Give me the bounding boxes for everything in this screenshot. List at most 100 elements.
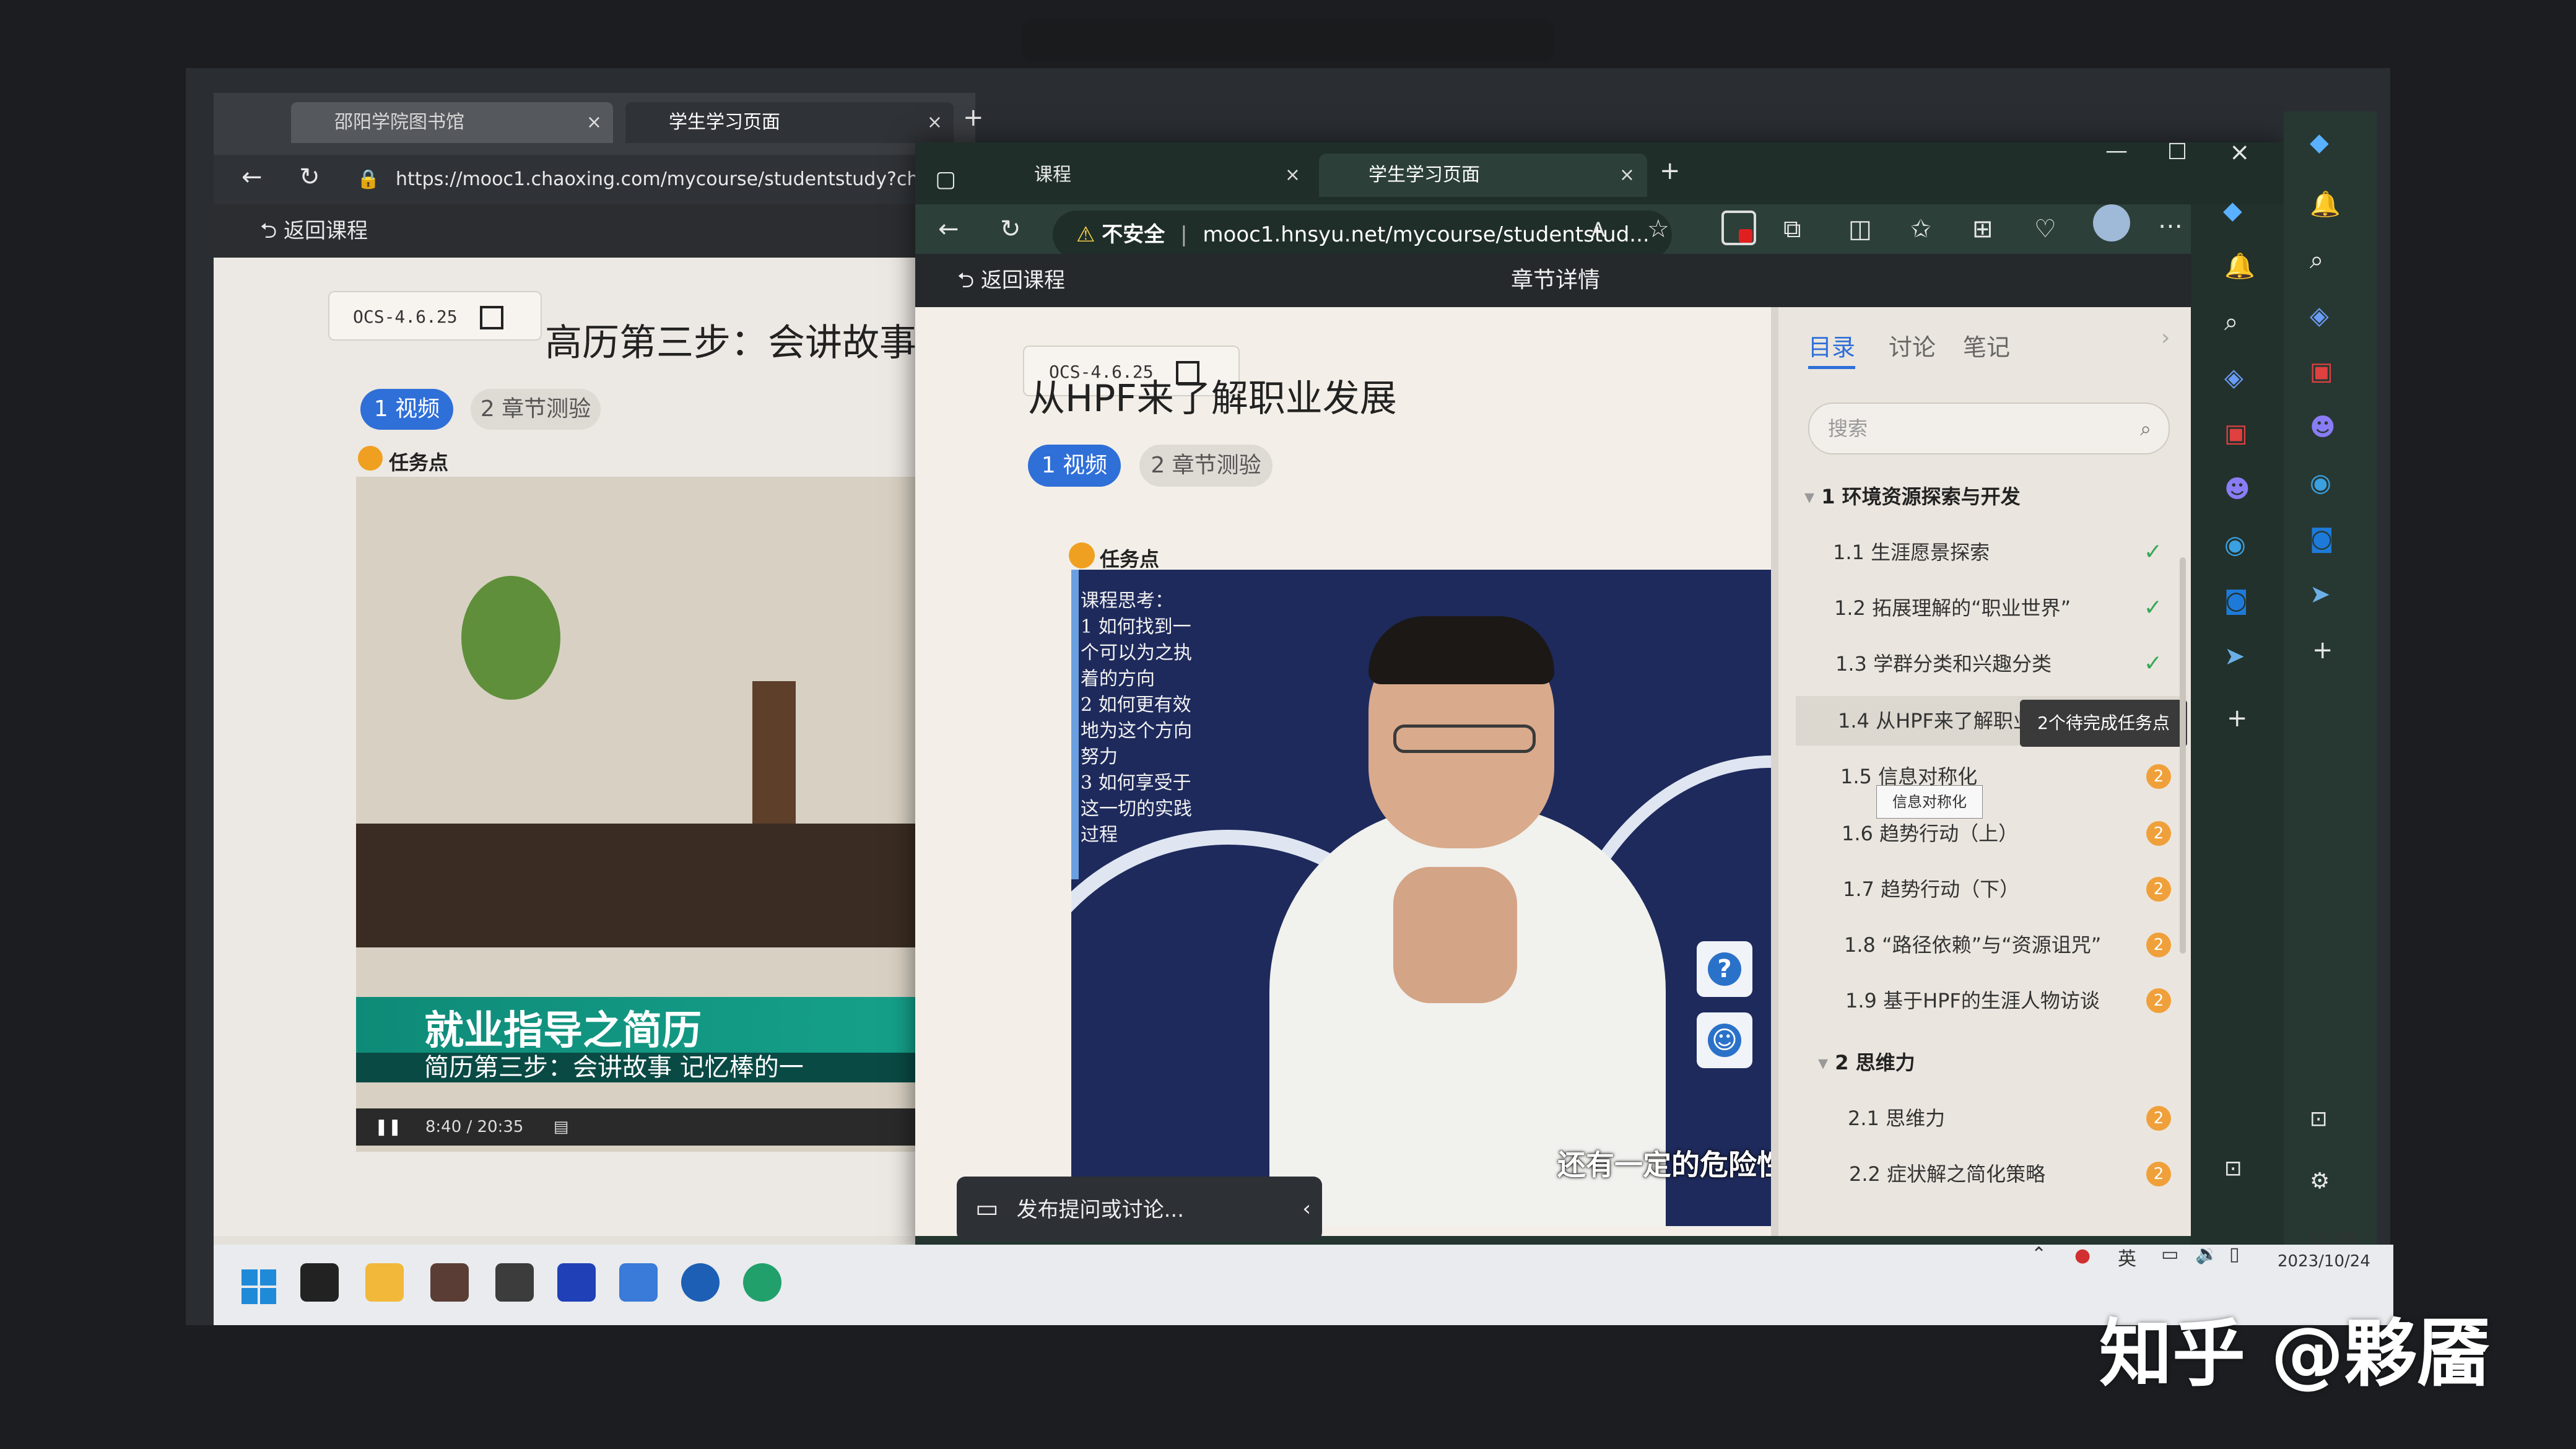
new-tab-button[interactable]: + (1660, 159, 1681, 183)
maximize-button[interactable]: ☐ (2167, 141, 2187, 163)
main-tab-video[interactable]: 1 视频 (1028, 445, 1121, 487)
outlook-icon[interactable]: ◙ (2310, 526, 2334, 551)
catalog-item[interactable]: 1.1 生涯愿景探索 ✓ (1796, 528, 2180, 577)
tag-icon[interactable]: ◈ (2224, 365, 2243, 390)
catalog-section[interactable]: ▾ 2 思维力 (1796, 1038, 2180, 1087)
assistant-button[interactable]: ☺ (1697, 1012, 1752, 1068)
profile-avatar[interactable] (2093, 204, 2130, 242)
read-aloud-icon[interactable]: A (1591, 220, 1605, 240)
edge-browser-icon[interactable] (743, 1263, 781, 1302)
new-tab-button[interactable]: + (963, 105, 984, 130)
minimize-button[interactable]: — (2105, 140, 2128, 162)
network-icon[interactable]: ▭ (2161, 1243, 2178, 1265)
left-tab-quiz[interactable]: 2 章节测验 (471, 389, 601, 430)
catalog-item[interactable]: 1.7 趋势行动（下） 2 (1796, 864, 2180, 914)
add-sidebar-app-icon[interactable]: + (2227, 706, 2248, 731)
close-icon[interactable]: × (1285, 154, 1300, 197)
refresh-icon[interactable]: ↻ (1000, 217, 1021, 242)
catalog-item[interactable]: 2.1 思维力 2 (1796, 1094, 2180, 1143)
search-icon[interactable]: ⌕ (2224, 310, 2238, 334)
back-arrow-icon[interactable]: ← (938, 217, 959, 242)
app-k-icon[interactable] (681, 1263, 720, 1302)
catalog-item[interactable]: 1.8 “路径依赖”与“资源诅咒” 2 (1796, 920, 2180, 970)
more-options-icon[interactable]: ⋯ (2158, 214, 2183, 238)
left-tab-study[interactable]: 学生学习页面 × (625, 102, 954, 143)
main-tab-quiz[interactable]: 2 章节测验 (1139, 445, 1273, 487)
discussion-input[interactable]: ▭ 发布提问或讨论... ‹ (957, 1177, 1322, 1241)
app-a-icon[interactable] (619, 1263, 658, 1302)
notification-bell-icon[interactable]: 🔔 (2224, 254, 2255, 279)
office-icon[interactable]: ◉ (2310, 471, 2331, 495)
sidebar-hide-icon[interactable]: ⊡ (2310, 1108, 2328, 1129)
close-icon[interactable]: × (927, 102, 942, 143)
clock-time[interactable]: 11:08 (2310, 1229, 2356, 1248)
favorites-icon[interactable]: ✩ (1910, 217, 1931, 242)
outlook-icon[interactable]: ◙ (2224, 588, 2248, 613)
split-screen-icon[interactable]: ◫ (1848, 217, 1872, 242)
refresh-icon[interactable]: ↻ (299, 163, 320, 191)
left-url[interactable]: https://mooc1.chaoxing.com/mycourse/stud… (396, 168, 918, 190)
tab-actions-icon[interactable]: ▢ (935, 168, 956, 191)
catalog-section[interactable]: ▾ 1 环境资源探索与开发 (1796, 472, 2180, 521)
collapse-chevron-icon[interactable]: ‹ (1302, 1177, 1311, 1241)
subtitle-icon[interactable]: ▤ (554, 1118, 569, 1136)
close-window-button[interactable]: × (2229, 140, 2250, 165)
performance-icon[interactable]: ♡ (2034, 217, 2056, 242)
main-url-box[interactable]: ⚠ 不安全 | mooc1.hnsyu.net/mycourse/student… (1053, 211, 1672, 259)
return-icon[interactable]: ⮌ (957, 268, 974, 293)
catalog-item[interactable]: 1.6 趋势行动（上） 2 (1796, 809, 2180, 858)
volume-icon[interactable]: 🔉 (2195, 1243, 2218, 1265)
clock-date[interactable]: 2023/10/24 (2278, 1252, 2370, 1271)
settings-gear-icon[interactable]: ⚙ (2310, 1170, 2330, 1193)
panel-next-chevron-icon[interactable]: › (2161, 325, 2170, 350)
collections-icon[interactable]: ⊞ (1972, 217, 1993, 242)
main-tab-course[interactable]: 课程 × (985, 154, 1313, 197)
main-back-to-course[interactable]: 返回课程 (981, 268, 1065, 293)
favorite-star-icon[interactable]: ☆ (1647, 217, 1669, 242)
left-ocs-panel[interactable]: OCS-4.6.25 (328, 291, 542, 341)
tray-chevron-up-icon[interactable]: ⌃ (2031, 1243, 2047, 1265)
start-windows-icon[interactable] (242, 1269, 276, 1304)
back-arrow-icon[interactable]: ← (242, 163, 263, 191)
battery-icon[interactable]: ▯ (2229, 1243, 2240, 1265)
main-url[interactable]: mooc1.hnsyu.net/mycourse/studentstud... (1203, 222, 1649, 247)
catalog-scrollbar[interactable] (2180, 557, 2186, 954)
search-icon[interactable]: ⌕ (2140, 404, 2151, 453)
catalog-item[interactable]: 1.9 基于HPF的生涯人物访谈 2 (1796, 976, 2180, 1025)
tag-icon[interactable]: ◈ (2310, 303, 2329, 328)
sidebar-hide-icon[interactable]: ⊡ (2224, 1158, 2242, 1179)
input-language[interactable]: 英 (2118, 1243, 2136, 1271)
tray-app-icon[interactable]: ● (2074, 1245, 2091, 1266)
people-icon[interactable]: ☻ (2310, 415, 2336, 440)
store-icon[interactable] (430, 1263, 469, 1302)
app-cube-icon[interactable] (495, 1263, 534, 1302)
catalog-item[interactable]: 1.2 拓展理解的“职业世界” ✓ (1796, 583, 2180, 633)
notification-bell-icon[interactable]: 🔔 (2310, 192, 2341, 217)
close-icon[interactable]: × (1619, 154, 1635, 197)
tab-notes[interactable]: 笔记 (1963, 328, 2010, 362)
toolbox-icon[interactable]: ▣ (2310, 359, 2333, 384)
help-button[interactable]: ? (1697, 941, 1752, 997)
pause-icon[interactable]: ❚❚ (375, 1118, 402, 1136)
catalog-search-input[interactable]: 搜索 ⌕ (1808, 402, 2170, 455)
left-back-to-course[interactable]: 返回课程 (284, 219, 368, 243)
app-m-icon[interactable] (557, 1263, 596, 1302)
security-label[interactable]: 不安全 (1102, 222, 1165, 247)
catalog-item[interactable]: 2.2 症状解之简化策略 2 (1796, 1149, 2180, 1199)
extensions-puzzle-icon[interactable]: ⧉ (1783, 217, 1801, 242)
tab-discussion[interactable]: 讨论 (1889, 328, 1936, 362)
ocs-checkbox[interactable] (479, 306, 503, 329)
left-tab-video[interactable]: 1 视频 (360, 389, 453, 430)
send-icon[interactable]: ➤ (2310, 582, 2331, 607)
tab-catalog[interactable]: 目录 (1808, 328, 1856, 369)
catalog-item[interactable]: 1.3 学群分类和兴趣分类 ✓ (1796, 639, 2180, 689)
return-icon[interactable]: ⮌ (260, 219, 277, 243)
left-address-bar[interactable]: ← ↻ 🔒 https://mooc1.chaoxing.com/mycours… (214, 155, 975, 204)
terminal-icon[interactable] (300, 1263, 339, 1302)
search-icon[interactable]: ⌕ (2310, 248, 2323, 272)
office-icon[interactable]: ◉ (2224, 533, 2246, 557)
catalog-item[interactable]: 1.5 信息对称化 2 (1796, 752, 2180, 801)
people-icon[interactable]: ☻ (2224, 477, 2250, 502)
send-icon[interactable]: ➤ (2224, 644, 2245, 669)
copilot-icon[interactable]: ◆ (2310, 130, 2329, 155)
